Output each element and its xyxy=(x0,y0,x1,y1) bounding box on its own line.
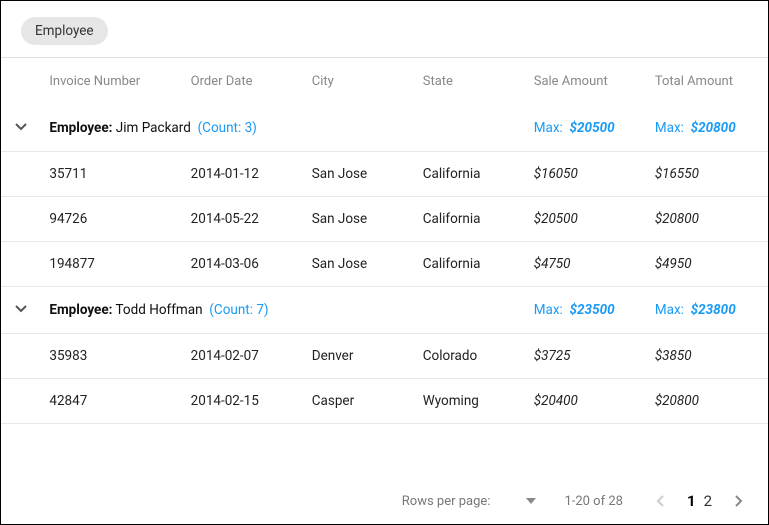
rows-per-page-label: Rows per page: xyxy=(402,494,491,509)
cell-sale: $3725 xyxy=(526,334,647,379)
table-header-row: Invoice Number Order Date City State Sal… xyxy=(1,58,768,105)
cell-city: San Jose xyxy=(304,197,415,242)
cell-state: California xyxy=(415,242,526,287)
group-sale-max-value: $23500 xyxy=(570,302,615,318)
group-count: (Count: 7) xyxy=(209,302,268,318)
group-chip-employee[interactable]: Employee xyxy=(21,17,108,45)
cell-state: California xyxy=(415,197,526,242)
col-header-state[interactable]: State xyxy=(415,58,526,105)
cell-state: Colorado xyxy=(415,334,526,379)
group-sale-max-value: $20500 xyxy=(570,120,615,136)
cell-city: San Jose xyxy=(304,242,415,287)
cell-total: $4950 xyxy=(647,242,768,287)
group-total-max-label: Max: xyxy=(655,302,691,318)
rows-per-page-selector[interactable]: Rows per page: xyxy=(402,494,537,509)
col-header-order-date[interactable]: Order Date xyxy=(183,58,304,105)
group-label: Employee: xyxy=(49,120,112,136)
group-row[interactable]: Employee: Jim Packard (Count: 3) Max: $2… xyxy=(1,105,768,152)
cell-sale: $20500 xyxy=(526,197,647,242)
pager: 12 xyxy=(651,492,748,510)
table-row[interactable]: 42847 2014-02-15 Casper Wyoming $20400 $… xyxy=(1,379,768,424)
group-value: Jim Packard xyxy=(116,120,191,136)
table-row[interactable]: 94726 2014-05-22 San Jose California $20… xyxy=(1,197,768,242)
col-header-invoice[interactable]: Invoice Number xyxy=(41,58,182,105)
table-row[interactable]: 194877 2014-03-06 San Jose California $4… xyxy=(1,242,768,287)
chevron-down-icon[interactable] xyxy=(14,303,28,319)
cell-total: $3850 xyxy=(647,334,768,379)
cell-invoice: 42847 xyxy=(41,379,182,424)
table-row[interactable]: 35711 2014-01-12 San Jose California $16… xyxy=(1,152,768,197)
group-total-max-value: $23800 xyxy=(691,302,736,318)
cell-city: Denver xyxy=(304,334,415,379)
dropdown-triangle-icon xyxy=(526,498,536,504)
page-number[interactable]: 2 xyxy=(700,492,716,510)
cell-date: 2014-02-15 xyxy=(183,379,304,424)
cell-state: Wyoming xyxy=(415,379,526,424)
prev-page-button[interactable] xyxy=(651,495,671,507)
cell-sale: $20400 xyxy=(526,379,647,424)
cell-date: 2014-02-07 xyxy=(183,334,304,379)
cell-invoice: 194877 xyxy=(41,242,182,287)
cell-invoice: 35983 xyxy=(41,334,182,379)
next-page-button[interactable] xyxy=(728,495,748,507)
cell-invoice: 35711 xyxy=(41,152,182,197)
cell-sale: $4750 xyxy=(526,242,647,287)
group-label: Employee: xyxy=(49,302,112,318)
col-header-city[interactable]: City xyxy=(304,58,415,105)
cell-sale: $16050 xyxy=(526,152,647,197)
cell-date: 2014-01-12 xyxy=(183,152,304,197)
table-footer: Rows per page: 1-20 of 28 12 xyxy=(1,478,768,524)
group-total-max-value: $20800 xyxy=(691,120,736,136)
group-row[interactable]: Employee: Todd Hoffman (Count: 7) Max: $… xyxy=(1,287,768,334)
cell-total: $20800 xyxy=(647,197,768,242)
col-header-total-amount[interactable]: Total Amount xyxy=(647,58,768,105)
group-sale-max-label: Max: xyxy=(534,302,570,318)
cell-total: $16550 xyxy=(647,152,768,197)
cell-invoice: 94726 xyxy=(41,197,182,242)
page-number[interactable]: 1 xyxy=(683,492,700,510)
cell-city: Casper xyxy=(304,379,415,424)
group-count: (Count: 3) xyxy=(198,120,257,136)
data-table: Invoice Number Order Date City State Sal… xyxy=(1,58,768,424)
pagination-range: 1-20 of 28 xyxy=(564,494,623,509)
cell-total: $20800 xyxy=(647,379,768,424)
chevron-down-icon[interactable] xyxy=(14,121,28,137)
col-header-sale-amount[interactable]: Sale Amount xyxy=(526,58,647,105)
cell-state: California xyxy=(415,152,526,197)
cell-date: 2014-03-06 xyxy=(183,242,304,287)
group-total-max-label: Max: xyxy=(655,120,691,136)
group-value: Todd Hoffman xyxy=(116,302,203,318)
cell-city: San Jose xyxy=(304,152,415,197)
table-row[interactable]: 35983 2014-02-07 Denver Colorado $3725 $… xyxy=(1,334,768,379)
toolbar: Employee xyxy=(1,1,768,57)
group-sale-max-label: Max: xyxy=(534,120,570,136)
cell-date: 2014-05-22 xyxy=(183,197,304,242)
